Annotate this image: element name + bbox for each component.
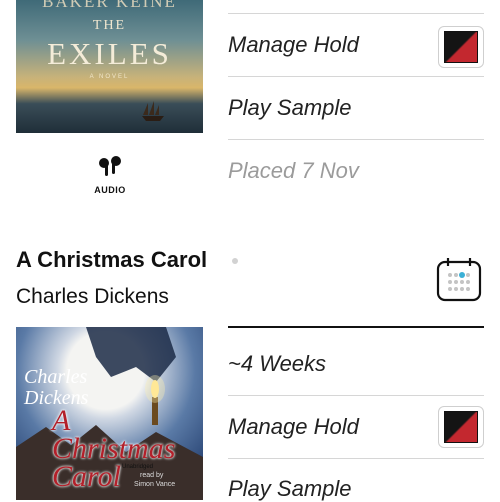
menu-divider bbox=[228, 139, 484, 140]
play-sample-button[interactable]: Play Sample bbox=[228, 476, 484, 502]
cover-read-by: read by bbox=[140, 472, 164, 479]
book-cover-exiles[interactable]: BAKER KEINE THE EXILES A NOVEL bbox=[16, 0, 203, 133]
calendar-icon[interactable] bbox=[436, 256, 482, 302]
cover-author: BAKER KEINE bbox=[42, 0, 177, 11]
audio-format-badge: AUDIO bbox=[92, 156, 128, 195]
book-title[interactable]: A Christmas Carol bbox=[16, 247, 207, 273]
hold-placed-date: Placed 7 Nov bbox=[228, 158, 359, 183]
cover-author: Charles Dickens bbox=[24, 366, 89, 409]
hold-flag-icon[interactable] bbox=[438, 26, 484, 68]
book-author[interactable]: Charles Dickens bbox=[16, 285, 169, 309]
cover-title-article: THE bbox=[92, 18, 127, 33]
book-cover-christmas-carol[interactable]: Charles Dickens A Christmas Carol Unabri… bbox=[16, 327, 203, 500]
menu-divider bbox=[228, 76, 484, 77]
menu-divider bbox=[228, 458, 484, 459]
cover-narrator: Simon Vance bbox=[134, 481, 176, 488]
wait-time: ~4 Weeks bbox=[228, 351, 327, 376]
cover-subtitle: A NOVEL bbox=[89, 74, 130, 80]
menu-divider bbox=[228, 326, 484, 328]
hold-flag-icon[interactable] bbox=[438, 406, 484, 448]
airpods-icon bbox=[99, 156, 121, 176]
menu-divider bbox=[228, 13, 484, 14]
ship-illustration bbox=[142, 101, 164, 121]
play-sample-button[interactable]: Play Sample bbox=[228, 95, 484, 121]
separator-dot bbox=[232, 258, 238, 264]
format-label: AUDIO bbox=[94, 185, 126, 195]
cover-title: EXILES bbox=[47, 36, 172, 71]
menu-divider bbox=[228, 395, 484, 396]
cover-unabridged: Unabridged bbox=[122, 464, 154, 470]
